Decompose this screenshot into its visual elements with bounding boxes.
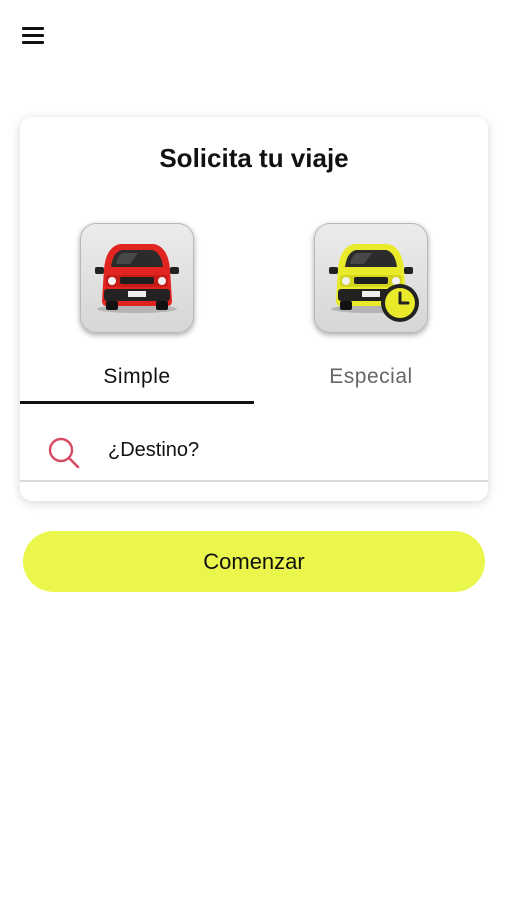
comenzar-button-label: Comenzar — [203, 548, 305, 574]
search-underline — [20, 480, 488, 482]
option-especial[interactable]: Especial — [254, 223, 488, 403]
option-label-simple: Simple — [103, 365, 171, 388]
card-title: Solicita tu viaje — [159, 143, 349, 173]
hamburger-menu-icon[interactable] — [22, 24, 48, 46]
red-van-icon — [80, 223, 194, 333]
destination-search-field[interactable]: ¿Destino? — [20, 422, 488, 480]
selected-tab-indicator — [20, 401, 254, 404]
destination-placeholder: ¿Destino? — [108, 439, 200, 461]
option-label-especial: Especial — [329, 365, 413, 388]
screen: Solicita tu viaje Simple Especial ¿Desti… — [0, 0, 507, 900]
option-simple[interactable]: Simple — [20, 223, 254, 403]
yellow-van-clock-icon — [314, 223, 428, 333]
trip-request-card: Solicita tu viaje Simple Especial ¿Desti… — [20, 117, 488, 501]
search-icon — [48, 437, 80, 469]
comenzar-button[interactable]: Comenzar — [23, 531, 485, 592]
